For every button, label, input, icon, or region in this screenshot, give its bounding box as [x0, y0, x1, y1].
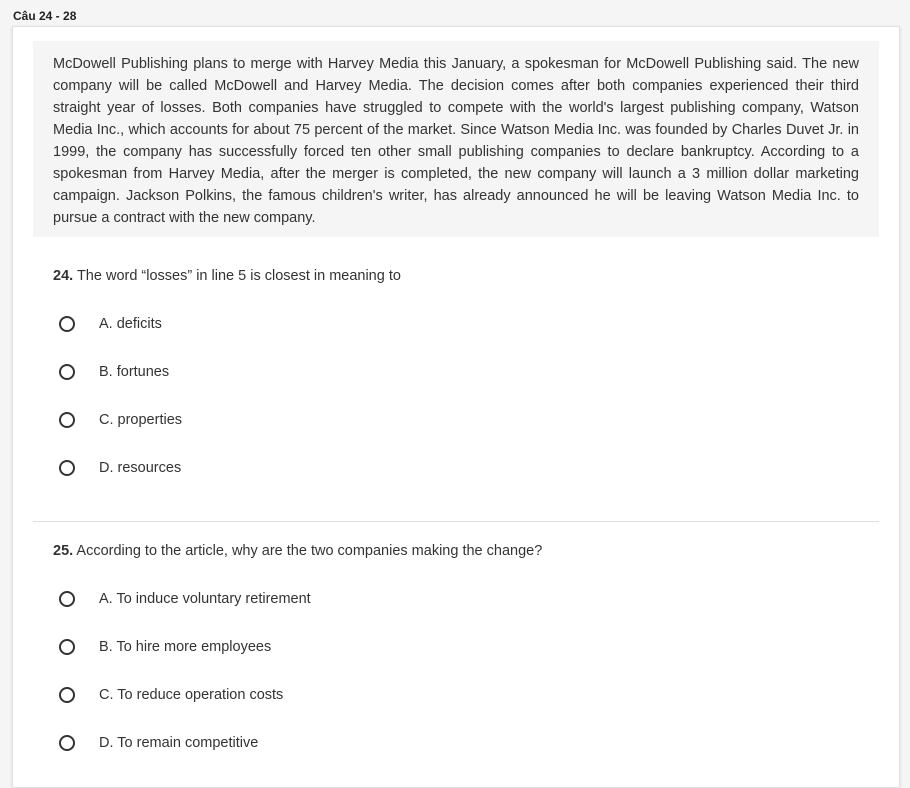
reading-passage: McDowell Publishing plans to merge with …: [33, 41, 879, 237]
radio-button[interactable]: [59, 591, 75, 607]
question-text: The word “losses” in line 5 is closest i…: [76, 268, 401, 284]
option-24-c[interactable]: C. properties: [59, 408, 182, 432]
radio-button[interactable]: [59, 460, 75, 476]
radio-button[interactable]: [59, 412, 75, 428]
option-label: B. To hire more employees: [99, 639, 272, 655]
question-divider: [33, 521, 879, 522]
radio-button[interactable]: [59, 735, 75, 751]
option-24-a[interactable]: A. deficits: [59, 312, 162, 336]
option-25-c[interactable]: C. To reduce operation costs: [59, 683, 283, 707]
option-label: D. resources: [99, 460, 182, 476]
option-24-b[interactable]: B. fortunes: [59, 360, 169, 384]
radio-button[interactable]: [59, 364, 75, 380]
option-label: C. To reduce operation costs: [99, 687, 284, 703]
question-group-title: Câu 24 - 28: [13, 9, 77, 23]
radio-button[interactable]: [59, 687, 75, 703]
question-text: According to the article, why are the tw…: [76, 543, 543, 559]
radio-button[interactable]: [59, 639, 75, 655]
option-label: A. deficits: [99, 316, 162, 332]
question-25: 25. According to the article, why are th…: [53, 543, 542, 559]
option-label: D. To remain competitive: [99, 735, 259, 751]
option-label: B. fortunes: [99, 364, 170, 380]
question-24: 24. The word “losses” in line 5 is close…: [53, 268, 401, 284]
option-25-a[interactable]: A. To induce voluntary retirement: [59, 587, 311, 611]
question-card: McDowell Publishing plans to merge with …: [12, 26, 900, 788]
option-25-d[interactable]: D. To remain competitive: [59, 731, 258, 755]
radio-button[interactable]: [59, 316, 75, 332]
question-number: 24.: [53, 268, 74, 284]
option-25-b[interactable]: B. To hire more employees: [59, 635, 271, 659]
option-label: A. To induce voluntary retirement: [99, 591, 311, 607]
question-number: 25.: [53, 543, 74, 559]
option-24-d[interactable]: D. resources: [59, 456, 181, 480]
option-label: C. properties: [99, 412, 183, 428]
